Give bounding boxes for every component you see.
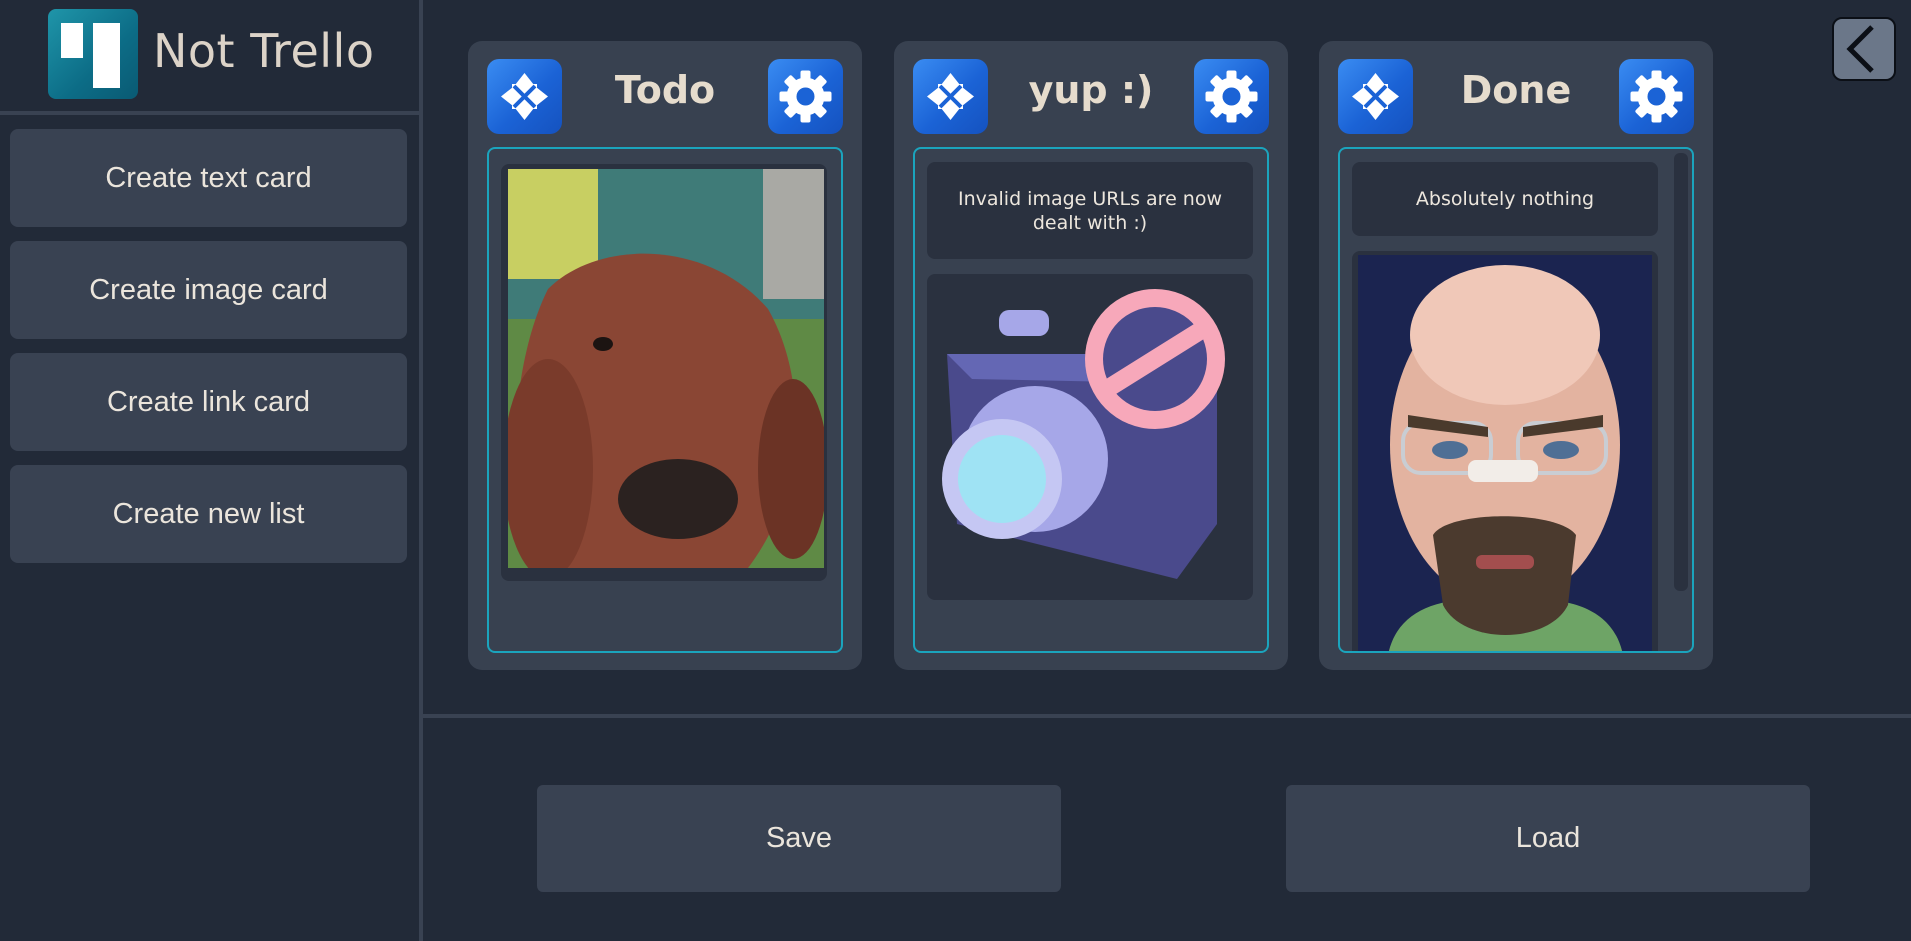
list-cards: Absolutely nothing — [1338, 147, 1694, 653]
trello-logo-icon — [48, 9, 138, 99]
move-arrows-icon[interactable] — [913, 59, 988, 134]
back-button[interactable] — [1832, 17, 1896, 81]
sidebar-edge — [419, 0, 423, 941]
move-arrows-icon[interactable] — [487, 59, 562, 134]
create-new-list-button[interactable]: Create new list — [10, 465, 407, 563]
chevron-left-icon — [1846, 25, 1874, 73]
sidebar: Not Trello Create text card Create image… — [0, 0, 419, 941]
portrait-image — [1358, 255, 1652, 651]
text-card[interactable]: Absolutely nothing — [1352, 162, 1658, 236]
cow-image — [508, 169, 824, 568]
save-button[interactable]: Save — [537, 785, 1061, 892]
list-yup: yup :) Invalid image URLs are now dealt … — [894, 41, 1288, 670]
list-cards: Invalid image URLs are now dealt with :) — [913, 147, 1269, 653]
list-title: yup :) — [1028, 68, 1154, 112]
app-title: Not Trello — [153, 24, 375, 78]
image-card[interactable] — [501, 164, 827, 581]
load-button[interactable]: Load — [1286, 785, 1810, 892]
list-todo: Todo — [468, 41, 862, 670]
gear-icon[interactable] — [768, 59, 843, 134]
scrollbar[interactable] — [1674, 153, 1688, 591]
list-title: Done — [1460, 68, 1572, 112]
image-card[interactable] — [927, 274, 1253, 600]
create-image-card-button[interactable]: Create image card — [10, 241, 407, 339]
list-title: Todo — [614, 68, 716, 112]
text-card[interactable]: Invalid image URLs are now dealt with :) — [927, 162, 1253, 259]
move-arrows-icon[interactable] — [1338, 59, 1413, 134]
create-text-card-button[interactable]: Create text card — [10, 129, 407, 227]
gear-icon[interactable] — [1194, 59, 1269, 134]
gear-icon[interactable] — [1619, 59, 1694, 134]
image-card[interactable] — [1352, 251, 1658, 651]
no-camera-icon — [942, 289, 1225, 579]
list-cards — [487, 147, 843, 653]
sidebar-divider — [0, 111, 419, 115]
create-link-card-button[interactable]: Create link card — [10, 353, 407, 451]
list-done: Done Absolutely nothing — [1319, 41, 1713, 670]
board-divider — [423, 714, 1911, 718]
